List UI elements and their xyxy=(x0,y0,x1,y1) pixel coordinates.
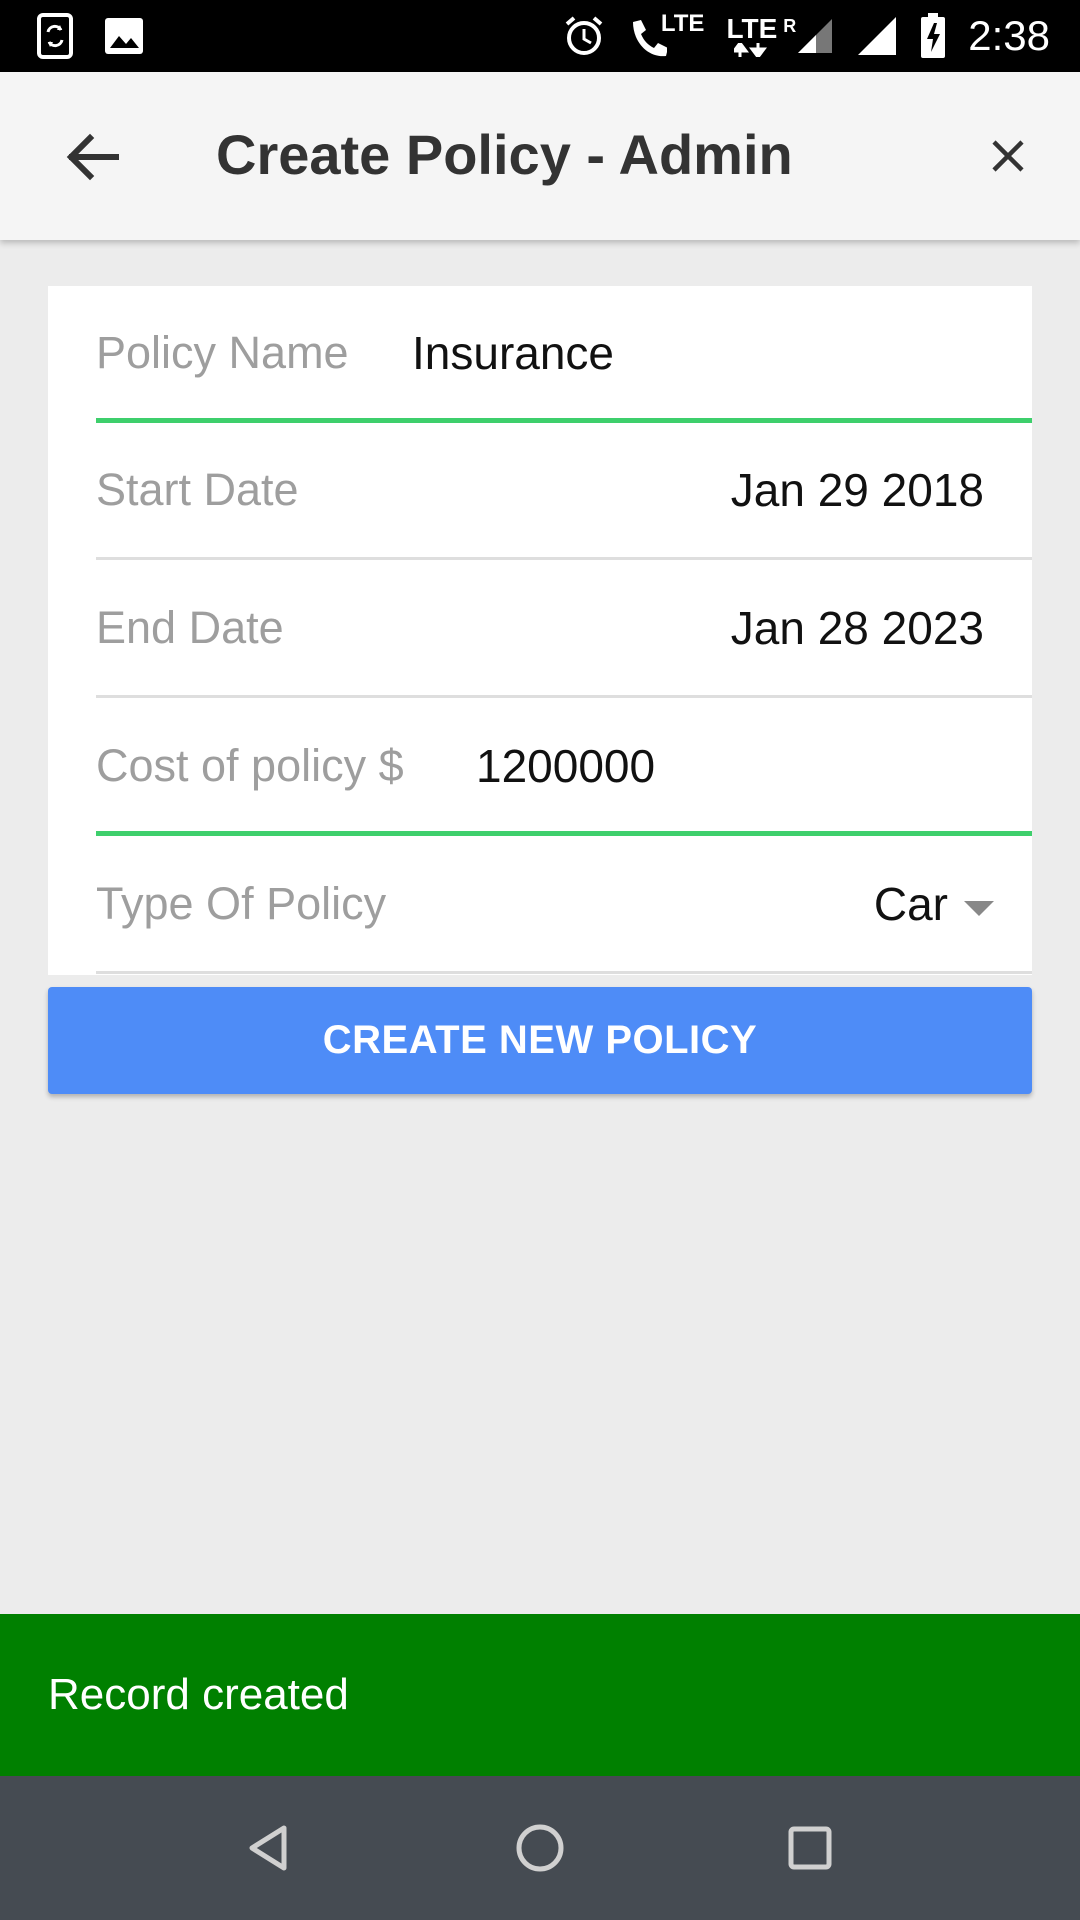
policy-type-select[interactable]: Car xyxy=(874,877,948,931)
status-bar-right: LTE LTE R 2:38 xyxy=(563,0,1050,72)
nav-home-button[interactable] xyxy=(508,1816,572,1880)
square-recents-icon xyxy=(788,1826,832,1870)
close-button[interactable] xyxy=(980,128,1036,184)
image-icon xyxy=(104,17,144,55)
sync-phone-icon xyxy=(36,12,74,60)
start-date-field[interactable]: Start Date Jan 29 2018 xyxy=(96,423,1032,560)
cost-label: Cost of policy $ xyxy=(96,740,404,791)
lte-data-icon: LTE xyxy=(726,15,777,57)
policy-name-field[interactable]: Policy Name Insurance xyxy=(96,286,1032,423)
start-date-underline xyxy=(96,557,1032,560)
lte-label: LTE xyxy=(660,10,705,37)
create-policy-button[interactable]: CREATE NEW POLICY xyxy=(48,987,1032,1094)
page-title: Create Policy - Admin xyxy=(216,123,793,186)
start-date-value[interactable]: Jan 29 2018 xyxy=(731,463,984,517)
nav-recents-button[interactable] xyxy=(778,1816,842,1880)
end-date-underline xyxy=(96,695,1032,698)
clock: 2:38 xyxy=(968,12,1050,59)
policy-type-field[interactable]: Type Of Policy Car xyxy=(96,837,1032,974)
policy-name-label: Policy Name xyxy=(96,327,349,378)
lte-secondary-label: LTE xyxy=(726,13,778,44)
alarm-icon xyxy=(563,15,605,57)
snackbar: Record created xyxy=(0,1614,1080,1776)
navigation-bar xyxy=(0,1776,1080,1920)
circle-home-icon xyxy=(516,1824,564,1872)
dropdown-caret-icon[interactable] xyxy=(964,901,994,916)
end-date-value[interactable]: Jan 28 2023 xyxy=(731,601,984,655)
signal-icon xyxy=(796,17,834,55)
app-bar: Create Policy - Admin xyxy=(0,72,1080,240)
cost-field[interactable]: Cost of policy $ 1200000 xyxy=(96,699,1032,836)
status-bar: LTE LTE R 2:38 xyxy=(0,0,1080,72)
triangle-back-icon xyxy=(249,1825,287,1871)
policy-type-label: Type Of Policy xyxy=(96,878,387,929)
policy-type-underline xyxy=(96,971,1032,974)
battery-charging-icon xyxy=(920,13,946,59)
policy-form: Policy Name Insurance Start Date Jan 29 … xyxy=(48,286,1032,975)
start-date-label: Start Date xyxy=(96,464,299,515)
end-date-label: End Date xyxy=(96,602,284,653)
close-icon xyxy=(992,140,1024,172)
arrow-back-icon xyxy=(66,133,119,181)
back-button[interactable] xyxy=(60,124,126,190)
snackbar-message: Record created xyxy=(48,1670,349,1719)
roaming-label: R xyxy=(783,16,797,36)
nav-back-button[interactable] xyxy=(238,1816,302,1880)
end-date-field[interactable]: End Date Jan 28 2023 xyxy=(96,561,1032,698)
signal-full-icon xyxy=(856,15,898,57)
policy-name-input[interactable]: Insurance xyxy=(412,326,614,380)
status-bar-left xyxy=(36,0,144,72)
cost-input[interactable]: 1200000 xyxy=(476,739,655,793)
cost-underline xyxy=(96,831,1032,836)
